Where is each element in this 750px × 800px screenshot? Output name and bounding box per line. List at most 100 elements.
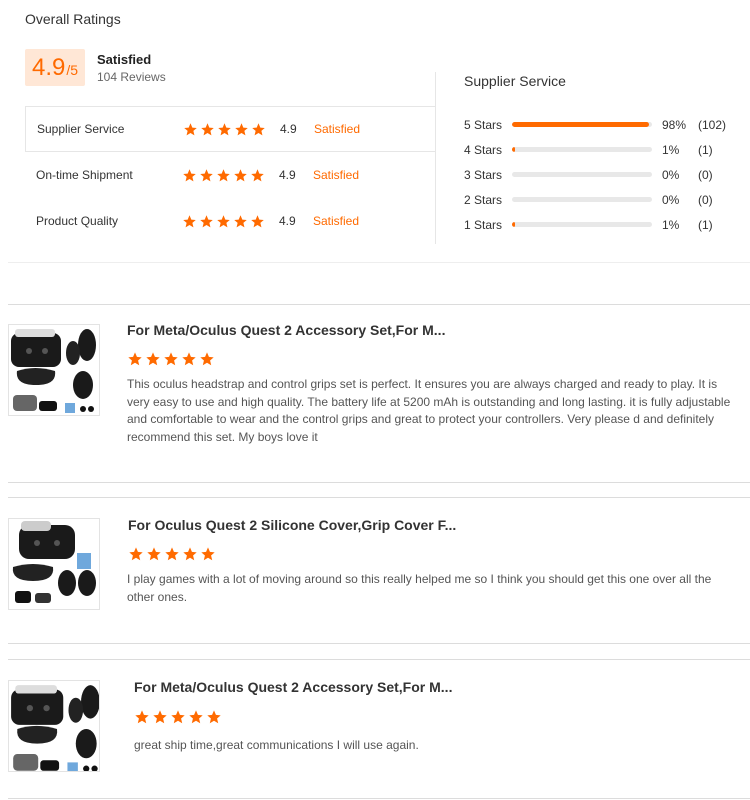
distribution-bar bbox=[512, 222, 652, 227]
distribution-label: 3 Stars bbox=[464, 167, 503, 182]
distribution-percent: 98% bbox=[662, 117, 687, 132]
review-stars bbox=[134, 709, 222, 725]
distribution-bar bbox=[512, 197, 652, 202]
distribution-count: (0) bbox=[698, 167, 713, 182]
section-divider bbox=[435, 72, 436, 244]
distribution-label: 2 Stars bbox=[464, 192, 503, 207]
divider bbox=[8, 643, 750, 644]
overall-score: 4.9 bbox=[31, 54, 66, 81]
review-text: I play games with a lot of moving around… bbox=[127, 572, 712, 604]
star-icon bbox=[164, 352, 178, 366]
distribution-row[interactable]: 1 Stars 1% (1) bbox=[464, 212, 734, 237]
review-stars bbox=[128, 546, 216, 562]
distribution-bar bbox=[512, 147, 652, 152]
distribution-count: (0) bbox=[698, 192, 713, 207]
star-icon bbox=[183, 547, 197, 561]
rating-row-product-quality[interactable]: Product Quality 4.9 Satisfied bbox=[25, 198, 435, 244]
distribution-label: 5 Stars bbox=[464, 117, 503, 132]
vr-headset-image bbox=[11, 329, 96, 413]
product-thumbnail[interactable] bbox=[8, 680, 100, 772]
rating-value: 4.9 bbox=[280, 122, 297, 136]
star-icon bbox=[200, 352, 214, 366]
rating-stars bbox=[183, 122, 266, 137]
review-product-title[interactable]: For Meta/Oculus Quest 2 Accessory Set,Fo… bbox=[127, 322, 445, 338]
rating-label: On-time Shipment bbox=[36, 168, 133, 182]
review-text: This oculus headstrap and control grips … bbox=[127, 377, 731, 444]
divider bbox=[8, 659, 750, 660]
divider bbox=[8, 798, 750, 799]
star-icon bbox=[251, 168, 264, 181]
star-icon bbox=[217, 168, 230, 181]
rating-row-ontime-shipment[interactable]: On-time Shipment 4.9 Satisfied bbox=[25, 152, 435, 198]
star-icon bbox=[183, 168, 196, 181]
star-icon bbox=[171, 710, 185, 724]
review-text: great ship time,great communications I w… bbox=[134, 738, 419, 752]
distribution-row[interactable]: 5 Stars 98% (102) bbox=[464, 112, 734, 137]
rating-categories: Supplier Service 4.9 Satisfied On-time S… bbox=[25, 106, 435, 244]
star-icon bbox=[146, 352, 160, 366]
overall-review-count[interactable]: 104 Reviews bbox=[97, 70, 166, 84]
rating-value: 4.9 bbox=[279, 214, 296, 228]
distribution-count: (1) bbox=[698, 217, 713, 232]
rating-stars bbox=[182, 168, 265, 183]
star-icon bbox=[182, 352, 196, 366]
star-icon bbox=[165, 547, 179, 561]
star-icon bbox=[147, 547, 161, 561]
divider bbox=[8, 497, 750, 498]
rating-stars bbox=[182, 214, 265, 229]
rating-status: Satisfied bbox=[313, 168, 360, 182]
star-icon bbox=[201, 122, 214, 135]
star-icon bbox=[200, 214, 213, 227]
review-product-title[interactable]: For Meta/Oculus Quest 2 Accessory Set,Fo… bbox=[134, 679, 452, 695]
star-icon bbox=[218, 122, 231, 135]
rating-value: 4.9 bbox=[279, 168, 296, 182]
distribution-count: (102) bbox=[698, 117, 727, 132]
distribution-percent: 1% bbox=[662, 142, 680, 157]
distribution-row[interactable]: 3 Stars 0% (0) bbox=[464, 162, 734, 187]
star-icon bbox=[135, 710, 149, 724]
distribution-percent: 0% bbox=[662, 192, 680, 207]
distribution-percent: 1% bbox=[662, 217, 680, 232]
distribution-title: Supplier Service bbox=[464, 73, 566, 89]
star-icon bbox=[201, 547, 215, 561]
distribution-bar bbox=[512, 122, 652, 127]
star-icon bbox=[234, 168, 247, 181]
star-icon bbox=[251, 214, 264, 227]
star-icon bbox=[189, 710, 203, 724]
distribution-row[interactable]: 4 Stars 1% (1) bbox=[464, 137, 734, 162]
review-stars bbox=[127, 351, 215, 367]
star-icon bbox=[129, 547, 143, 561]
distribution-count: (1) bbox=[698, 142, 713, 157]
distribution-percent: 0% bbox=[662, 167, 680, 182]
distribution-bar bbox=[512, 172, 652, 177]
star-icon bbox=[184, 122, 197, 135]
star-icon bbox=[153, 710, 167, 724]
product-thumbnail[interactable] bbox=[8, 324, 100, 416]
vr-headset-image bbox=[12, 521, 96, 603]
star-icon bbox=[207, 710, 221, 724]
rating-row-supplier-service[interactable]: Supplier Service 4.9 Satisfied bbox=[25, 106, 435, 152]
star-icon bbox=[217, 214, 230, 227]
distribution-row[interactable]: 2 Stars 0% (0) bbox=[464, 187, 734, 212]
rating-status: Satisfied bbox=[314, 122, 361, 136]
overall-score-badge: 4.9 /5 bbox=[25, 49, 85, 86]
star-icon bbox=[234, 214, 247, 227]
rating-status: Satisfied bbox=[313, 214, 360, 228]
vr-headset-image bbox=[11, 685, 99, 771]
distribution-label: 1 Stars bbox=[464, 217, 503, 232]
divider bbox=[8, 482, 750, 483]
rating-label: Supplier Service bbox=[37, 122, 125, 136]
divider bbox=[8, 262, 750, 263]
review-product-title[interactable]: For Oculus Quest 2 Silicone Cover,Grip C… bbox=[128, 517, 456, 533]
star-icon bbox=[128, 352, 142, 366]
product-thumbnail[interactable] bbox=[8, 518, 100, 610]
star-icon bbox=[200, 168, 213, 181]
distribution-label: 4 Stars bbox=[464, 142, 503, 157]
overall-status: Satisfied bbox=[97, 52, 152, 67]
star-icon bbox=[183, 214, 196, 227]
star-distribution: 5 Stars 98% (102) 4 Stars 1% (1) 3 Stars… bbox=[464, 112, 734, 237]
overall-score-max: /5 bbox=[66, 62, 79, 78]
overall-ratings-title: Overall Ratings bbox=[25, 11, 121, 27]
rating-label: Product Quality bbox=[36, 214, 119, 228]
star-icon bbox=[235, 122, 248, 135]
